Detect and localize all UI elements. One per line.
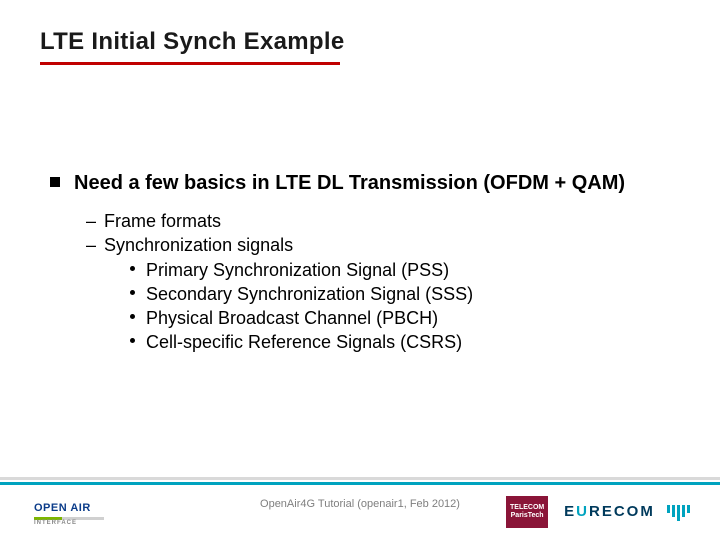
logo-subtext: INTERFACE [34,520,104,526]
bullet-level-3: Cell-specific Reference Signals (CSRS) [130,330,670,354]
logo-text-air: AIR [70,502,90,514]
telecom-line2: ParisTech [511,512,544,520]
slide: LTE Initial Synch Example Need a few bas… [0,0,720,540]
eurecom-text-u: U [576,503,589,520]
bullet-level-3: Secondary Synchronization Signal (SSS) [130,282,670,306]
right-logos: TELECOM ParisTech EURECOM [506,496,690,528]
footer-divider-accent [0,482,720,485]
telecom-paristech-logo: TELECOM ParisTech [506,496,548,528]
bullet-level-2: – Frame formats [86,209,670,233]
bullet-text: Synchronization signals [104,235,293,255]
bullet-text: Frame formats [104,211,221,231]
bullet-text: Physical Broadcast Channel (PBCH) [146,308,438,328]
dash-bullet-icon: – [86,233,96,257]
eurecom-logo: EURECOM [564,503,690,520]
openair-logo: OPEN AIR INTERFACE [34,503,104,526]
logo-text-open: OPEN [34,502,67,514]
footer-divider-light [0,477,720,480]
dash-bullet-icon: – [86,209,96,233]
bullet-text: Secondary Synchronization Signal (SSS) [146,284,473,304]
dot-bullet-icon [130,338,135,343]
bullet-level-2: – Synchronization signals [86,233,670,257]
slide-content: Need a few basics in LTE DL Transmission… [50,170,670,355]
eurecom-bars-icon [667,505,690,521]
bullet-text: Cell-specific Reference Signals (CSRS) [146,332,462,352]
eurecom-text-post: RECOM [589,503,655,520]
bullet-text: Primary Synchronization Signal (PSS) [146,260,449,280]
bullet-level-1: Need a few basics in LTE DL Transmission… [50,170,670,197]
dot-bullet-icon [130,290,135,295]
square-bullet-icon [50,177,60,187]
dot-bullet-icon [130,314,135,319]
title-underline [40,62,340,65]
bullet-text: Need a few basics in LTE DL Transmission… [74,172,625,194]
telecom-line1: TELECOM [510,504,544,512]
eurecom-text-pre: E [564,503,576,520]
bullet-level-3: Physical Broadcast Channel (PBCH) [130,306,670,330]
slide-title: LTE Initial Synch Example [40,28,344,56]
dot-bullet-icon [130,266,135,271]
bullet-level-3: Primary Synchronization Signal (PSS) [130,258,670,282]
